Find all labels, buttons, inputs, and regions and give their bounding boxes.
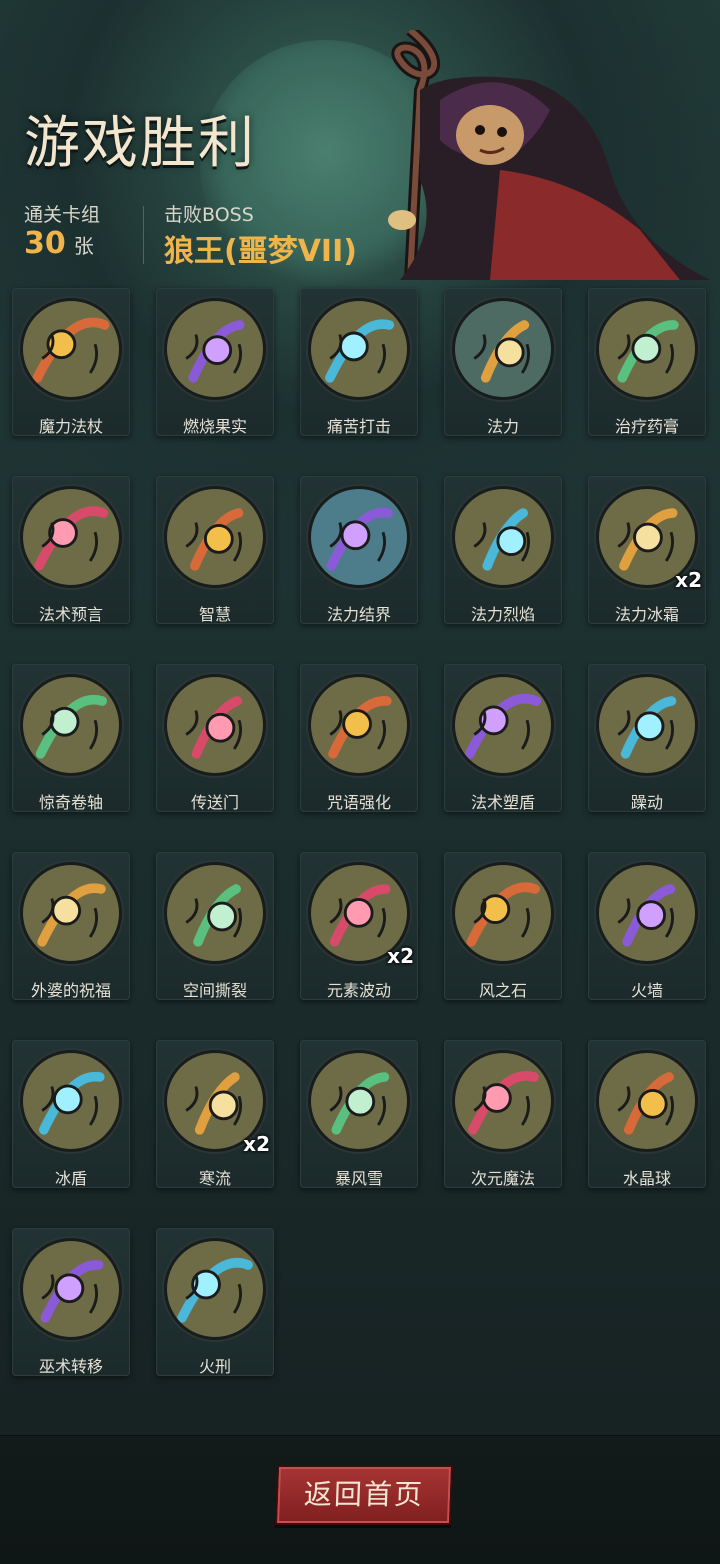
card-item[interactable]: 魔力法杖 xyxy=(12,288,130,436)
card-item[interactable]: 法术塑盾 xyxy=(444,664,562,812)
card-name: 咒语强化 xyxy=(326,793,391,812)
pain-strike-icon xyxy=(308,298,410,400)
deck-count-unit: 张 xyxy=(73,234,94,258)
witchcraft-transfer-icon xyxy=(20,1238,122,1340)
card-name: 巫术转移 xyxy=(38,1357,103,1376)
staff-icon xyxy=(20,298,122,400)
card-item[interactable]: 痛苦打击 xyxy=(300,288,418,436)
card-item[interactable]: 燃烧果实 xyxy=(156,288,274,436)
mana-flame-icon xyxy=(452,486,554,588)
boss-name: 狼王(噩梦VII) xyxy=(164,234,357,269)
spell-shield-icon xyxy=(452,674,554,776)
fire-wall-icon xyxy=(596,862,698,964)
card-item[interactable]: 法术预言 xyxy=(12,476,130,624)
crystal-ball-icon xyxy=(596,1050,698,1152)
card-item[interactable]: 法力结界 xyxy=(300,476,418,624)
card-item[interactable]: 巫术转移 xyxy=(12,1228,130,1376)
victory-title: 游戏胜利 xyxy=(24,111,256,176)
card-item[interactable]: 火刑 xyxy=(156,1228,274,1376)
dimension-magic-icon xyxy=(452,1050,554,1152)
healing-ointment-icon xyxy=(596,298,698,400)
card-item[interactable]: 元素波动 x2 xyxy=(300,852,418,1000)
card-name: 治疗药膏 xyxy=(614,417,679,436)
stats-divider xyxy=(143,206,144,264)
wind-stone-icon xyxy=(452,862,554,964)
card-name: 法术塑盾 xyxy=(470,793,535,812)
card-item[interactable]: 法力烈焰 xyxy=(444,476,562,624)
burning-fruit-icon xyxy=(164,298,266,400)
card-name: 法力结界 xyxy=(326,605,391,624)
card-item[interactable]: 躁动 xyxy=(588,664,706,812)
burning-stake-icon xyxy=(164,1238,266,1340)
card-item[interactable]: 水晶球 xyxy=(588,1040,706,1188)
card-item[interactable]: 法力冰霜 x2 xyxy=(588,476,706,624)
boss-label: 击败BOSS xyxy=(164,204,254,226)
card-count-badge: x2 xyxy=(243,1132,270,1156)
card-name: 传送门 xyxy=(190,793,239,812)
card-name: 风之石 xyxy=(478,981,527,1000)
card-name: 躁动 xyxy=(630,793,663,812)
blizzard-icon xyxy=(308,1050,410,1152)
card-count-badge: x2 xyxy=(387,944,414,968)
card-item[interactable]: 风之石 xyxy=(444,852,562,1000)
wisdom-sage-icon xyxy=(164,486,266,588)
card-item[interactable]: 咒语强化 xyxy=(300,664,418,812)
ice-shield-icon xyxy=(20,1050,122,1152)
card-item[interactable]: 空间撕裂 xyxy=(156,852,274,1000)
card-name: 燃烧果实 xyxy=(182,417,247,436)
card-item[interactable]: 传送门 xyxy=(156,664,274,812)
card-name: 次元魔法 xyxy=(470,1169,535,1188)
card-name: 法力冰霜 xyxy=(614,605,679,624)
deck-count: 30 张 xyxy=(24,226,94,261)
card-item[interactable]: 寒流 x2 xyxy=(156,1040,274,1188)
card-name: 法力 xyxy=(486,417,519,436)
deck-label: 通关卡组 xyxy=(24,204,101,226)
portal-icon xyxy=(164,674,266,776)
deck-count-value: 30 xyxy=(24,226,66,261)
card-name: 冰盾 xyxy=(54,1169,87,1188)
prophecy-orb-icon xyxy=(20,486,122,588)
card-name: 寒流 xyxy=(198,1169,231,1188)
card-name: 外婆的祝福 xyxy=(30,981,111,1000)
card-item[interactable]: 智慧 xyxy=(156,476,274,624)
card-name: 空间撕裂 xyxy=(182,981,247,1000)
card-item[interactable]: 次元魔法 xyxy=(444,1040,562,1188)
frenzy-icon xyxy=(596,674,698,776)
card-item[interactable]: 暴风雪 xyxy=(300,1040,418,1188)
grandma-blessing-icon xyxy=(20,862,122,964)
card-name: 火墙 xyxy=(630,981,663,1000)
scroll-icon xyxy=(20,674,122,776)
card-name: 水晶球 xyxy=(622,1169,671,1188)
return-home-button[interactable]: 返回首页 xyxy=(274,1465,454,1525)
card-grid: 魔力法杖 燃烧果实 痛苦打击 法力 治疗药膏法术预言 智慧 法力结界 法力烈焰 法力冰霜 x2 惊奇… xyxy=(12,288,712,1376)
card-count-badge: x2 xyxy=(675,568,702,592)
card-item[interactable]: 惊奇卷轴 xyxy=(12,664,130,812)
witch-character-illustration xyxy=(388,30,710,280)
card-name: 法术预言 xyxy=(38,605,103,624)
mana-barrier-icon xyxy=(308,486,410,588)
card-name: 元素波动 xyxy=(326,981,391,1000)
card-name: 法力烈焰 xyxy=(470,605,535,624)
card-item[interactable]: 冰盾 xyxy=(12,1040,130,1188)
spell-empower-icon xyxy=(308,674,410,776)
card-name: 魔力法杖 xyxy=(38,417,103,436)
card-item[interactable]: 火墙 xyxy=(588,852,706,1000)
card-item[interactable]: 治疗药膏 xyxy=(588,288,706,436)
card-item[interactable]: 法力 xyxy=(444,288,562,436)
space-rift-icon xyxy=(164,862,266,964)
mana-icon xyxy=(452,298,554,400)
card-name: 火刑 xyxy=(198,1357,231,1376)
card-name: 痛苦打击 xyxy=(326,417,391,436)
card-name: 惊奇卷轴 xyxy=(38,793,103,812)
card-name: 智慧 xyxy=(198,605,231,624)
card-name: 暴风雪 xyxy=(334,1169,383,1188)
card-item[interactable]: 外婆的祝福 xyxy=(12,852,130,1000)
